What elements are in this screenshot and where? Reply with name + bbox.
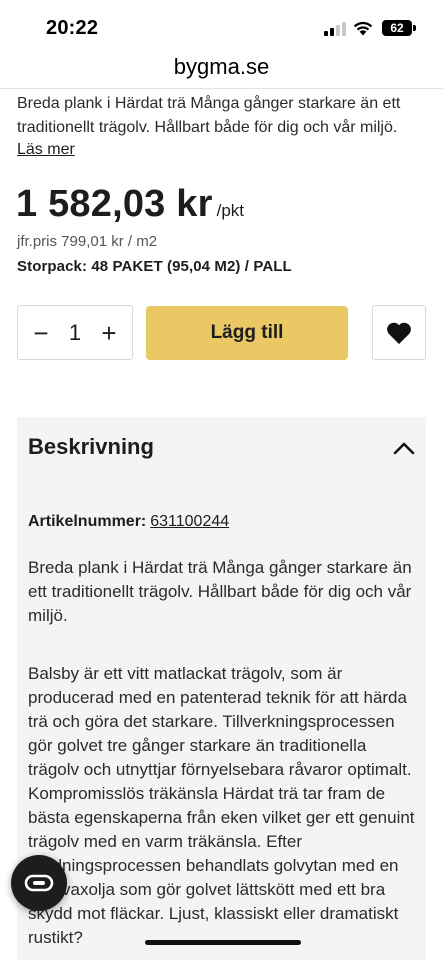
price-unit: /pkt	[216, 201, 245, 220]
home-indicator	[145, 940, 301, 945]
description-title: Beskrivning	[28, 434, 154, 459]
status-time: 20:22	[46, 17, 99, 39]
quantity-value[interactable]: 1	[69, 320, 81, 346]
product-short-description: Breda plank i Härdat trä Många gånger st…	[17, 95, 401, 136]
status-bar: 20:22 62	[0, 0, 443, 52]
wifi-icon	[353, 21, 373, 36]
header-divider	[0, 88, 443, 89]
heart-icon	[387, 322, 411, 344]
article-number-label: Artikelnummer:	[28, 513, 147, 530]
description-panel: Beskrivning Artikelnummer: 631100244 Bred…	[17, 417, 426, 960]
battery-icon: 62	[382, 20, 412, 36]
compare-price: jfr.pris 799,01 kr / m2	[17, 233, 158, 250]
add-to-cart-button[interactable]: Lägg till	[146, 306, 348, 360]
chevron-up-icon	[393, 442, 415, 455]
article-number[interactable]: 631100244	[150, 513, 229, 530]
storpack-info: Storpack: 48 PAKET (95,04 M2) / PALL	[17, 258, 292, 275]
article-number-row: Artikelnummer: 631100244	[28, 513, 229, 531]
cellular-signal-icon	[324, 22, 346, 36]
chat-button[interactable]	[11, 855, 67, 911]
price-value: 1 582,03 kr	[16, 183, 213, 225]
battery-level: 62	[390, 21, 404, 35]
description-paragraph-2: Balsby är ett vitt matlackat trägolv, so…	[28, 664, 415, 947]
chat-icon	[24, 874, 54, 892]
favorite-button[interactable]	[372, 305, 426, 360]
description-toggle[interactable]: Beskrivning	[17, 417, 426, 479]
read-more-link[interactable]: Läs mer	[17, 139, 75, 161]
increase-quantity-button[interactable]: +	[100, 320, 118, 346]
battery-tip	[413, 25, 416, 31]
quantity-stepper: − 1 +	[17, 305, 133, 360]
decrease-quantity-button[interactable]: −	[32, 320, 50, 346]
url-bar[interactable]: bygma.se	[0, 52, 443, 86]
description-paragraph-1: Breda plank i Härdat trä Många gånger st…	[28, 558, 412, 625]
price: 1 582,03 kr/pkt	[16, 183, 244, 226]
